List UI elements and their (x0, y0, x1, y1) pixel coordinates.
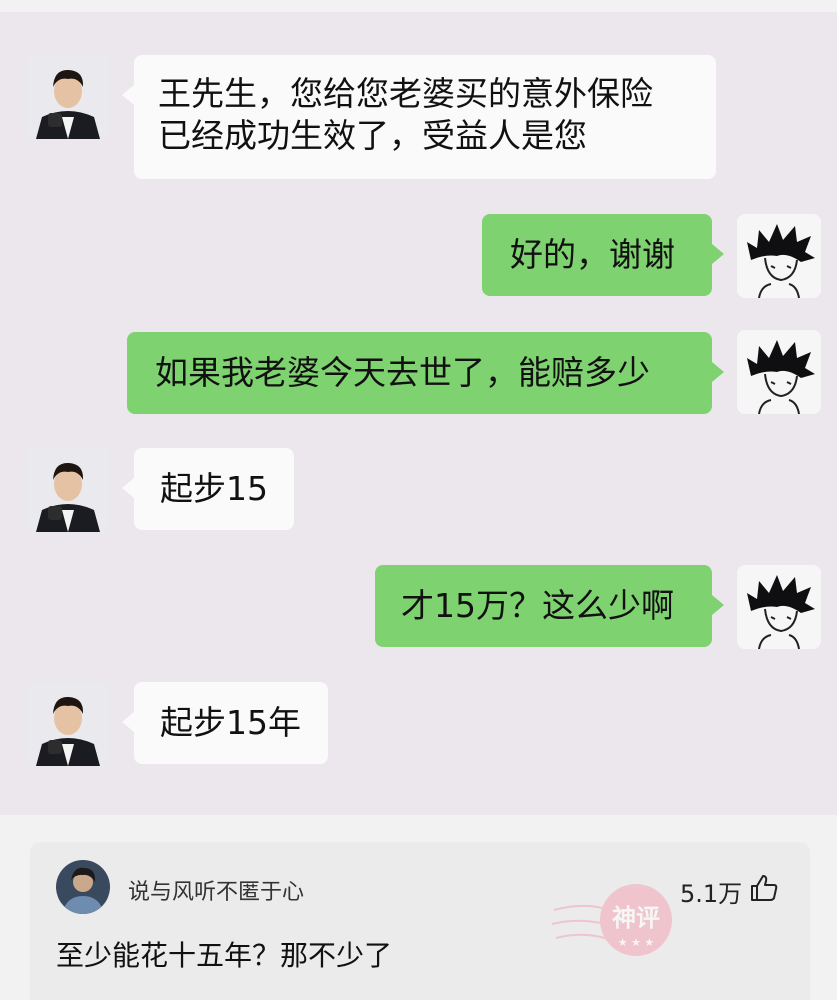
chat-area: 王先生，您给您老婆买的意外保险 已经成功生效了，受益人是您 好的，谢谢 如果我老… (0, 12, 837, 815)
message-bubble-sent[interactable]: 如果我老婆今天去世了，能赔多少 (127, 332, 724, 414)
stamp-text: 神评 (612, 904, 660, 932)
like-count: 5.1万 (680, 880, 743, 908)
agent-avatar[interactable] (26, 682, 110, 766)
message-bubble-sent[interactable]: 好的，谢谢 (482, 214, 724, 296)
message-line: 起步15 (160, 469, 268, 508)
user-avatar[interactable] (737, 214, 821, 298)
message-line: 已经成功生效了，受益人是您 (158, 116, 587, 155)
agent-avatar[interactable] (26, 55, 110, 139)
top-comment-card[interactable]: 说与风听不匿于心 神评 ★ ★ ★ 5.1万 至少能花十五年？那不少了 (30, 842, 810, 1000)
message-line: 如果我老婆今天去世了，能赔多少 (155, 353, 650, 392)
message-bubble-received[interactable]: 起步15 (122, 448, 294, 530)
message-line: 才15万？这么少啊 (401, 586, 674, 625)
message-bubble-received[interactable]: 王先生，您给您老婆买的意外保险 已经成功生效了，受益人是您 (122, 55, 716, 179)
message-line: 好的，谢谢 (510, 235, 675, 274)
commenter-username[interactable]: 说与风听不匿于心 (128, 874, 304, 906)
svg-text:★ ★ ★: ★ ★ ★ (618, 936, 655, 949)
message-line: 王先生，您给您老婆买的意外保险 (158, 74, 653, 113)
agent-avatar[interactable] (26, 448, 110, 532)
message-line: 起步15年 (160, 703, 301, 742)
user-avatar[interactable] (737, 330, 821, 414)
message-bubble-received[interactable]: 起步15年 (122, 682, 328, 764)
thumbs-up-icon[interactable] (748, 872, 780, 904)
user-avatar[interactable] (737, 565, 821, 649)
comment-text: 至少能花十五年？那不少了 (56, 939, 393, 972)
message-bubble-sent[interactable]: 才15万？这么少啊 (375, 565, 724, 647)
commenter-avatar[interactable] (56, 860, 110, 914)
stamp-icon: 神评 ★ ★ ★ (551, 884, 672, 956)
